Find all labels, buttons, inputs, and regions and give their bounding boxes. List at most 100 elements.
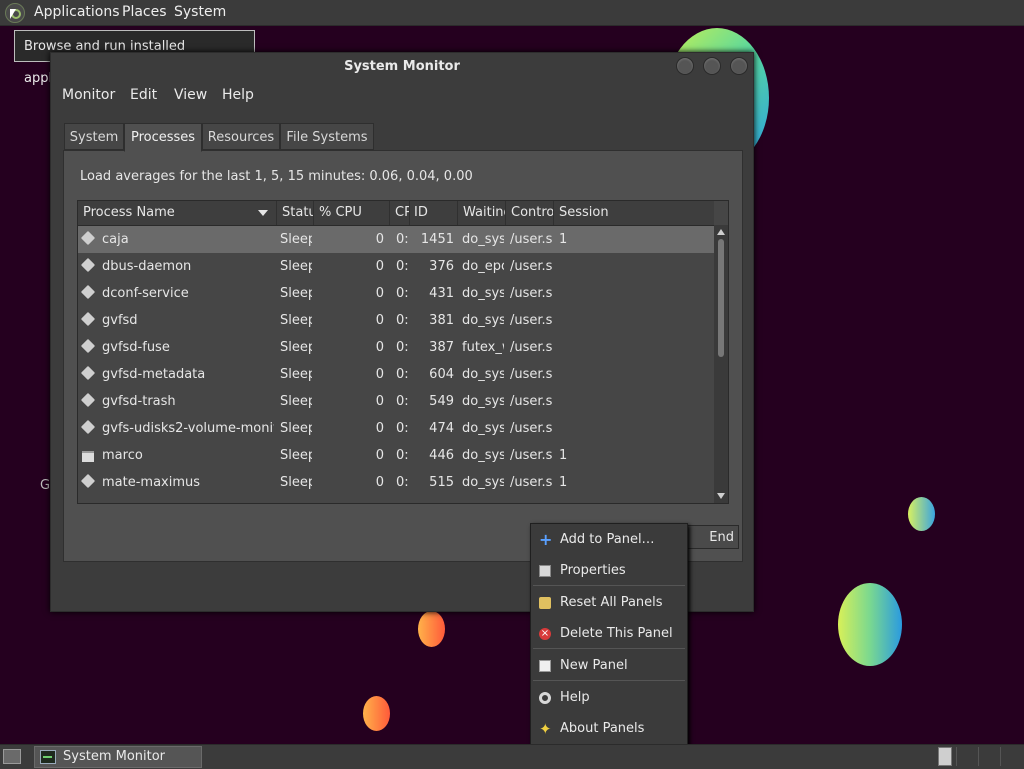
desktop-bubble [363,696,390,731]
cell-cpu: 0 [375,421,384,436]
column-header-cpu-time[interactable]: CPU Time [390,201,410,225]
workspace-2[interactable] [956,747,975,766]
cell-cpu-time: 0: [396,367,408,382]
table-row[interactable]: gvfsd-metadata Sleeping 0 0: 604 do_sys/user.… [78,361,714,388]
cell-waiting-channel: do_sys [462,421,504,436]
cell-control-group: /user.s [510,286,552,301]
desktop-icon-label[interactable]: G [40,478,50,493]
menu-separator [533,648,685,649]
maximize-button[interactable] [703,57,721,75]
cell-session: 1 [559,232,568,247]
cell-cpu: 0 [375,286,384,301]
cell-status: Sleeping [280,367,312,382]
menu-item-label: Delete This Panel [560,626,673,641]
table-body: caja Sleeping 0 0: 1451 do_sys/user.s 1 dbus-da… [78,226,714,496]
menu-edit[interactable]: Edit [130,87,157,103]
column-header-status[interactable]: Status [277,201,314,225]
tab-file-systems[interactable]: File Systems [280,123,374,150]
workspace-4[interactable] [1000,747,1019,766]
table-row[interactable]: dconf-service Sleeping 0 0: 431 do_sys/user.s [78,280,714,307]
column-header-cpu[interactable]: % CPU [314,201,390,225]
window-title: System Monitor [344,59,460,74]
cell-cpu: 0 [375,394,384,409]
workspace-1[interactable] [938,747,952,766]
menu-item-about-panels[interactable]: ✦ About Panels [531,715,687,743]
cell-session: 1 [559,475,568,490]
cell-process-name: gvfsd [102,313,138,328]
bottom-panel: System Monitor [0,744,1024,769]
menu-view[interactable]: View [174,87,207,103]
process-icon [80,365,96,381]
process-icon [80,311,96,327]
cell-session [559,307,599,334]
sort-descending-icon [258,210,268,216]
table-row[interactable]: marco Sleeping 0 0: 446 do_sys/user.s 1 [78,442,714,469]
menu-item-help[interactable]: Help [531,684,687,712]
taskbar-button-system-monitor[interactable]: System Monitor [34,746,202,768]
vertical-scrollbar[interactable] [714,225,728,503]
table-row[interactable]: gvfsd-fuse Sleeping 0 0: 387 futex_wait/user.… [78,334,714,361]
menu-item-add-to-panel[interactable]: + Add to Panel… [531,526,687,554]
column-header-waiting-channel[interactable]: Waiting Channel [458,201,506,225]
tab-resources[interactable]: Resources [202,123,280,150]
cell-cpu-time: 0: [396,313,408,328]
table-row[interactable]: gvfsd Sleeping 0 0: 381 do_sys/user.s [78,307,714,334]
tab-system[interactable]: System [64,123,124,150]
table-row[interactable]: mate-maximus Sleeping 0 0: 515 do_sys/user.s 1 [78,469,714,496]
cell-cpu-time: 0: [396,232,408,247]
cell-waiting-channel: do_sys [462,394,504,409]
desktop-bubble [908,497,935,531]
process-icon [80,338,96,354]
table-row[interactable]: dbus-daemon Sleeping 0 0: 376 do_epoll/user.s [78,253,714,280]
cell-session [559,388,599,415]
process-icon [80,230,96,246]
scroll-down-icon[interactable] [717,493,725,499]
menu-item-properties[interactable]: Properties [531,557,687,585]
cell-cpu: 0 [375,232,384,247]
cell-waiting-channel: do_sys [462,475,504,490]
cell-status: Sleeping [280,313,312,328]
cell-waiting-channel: futex_wait [462,340,504,355]
scroll-up-icon[interactable] [717,229,725,235]
applications-menu[interactable]: Applications [34,4,120,20]
menu-monitor[interactable]: Monitor [62,87,115,103]
delete-icon: × [539,628,551,640]
cell-cpu: 0 [375,313,384,328]
cell-id: 474 [429,421,454,436]
workspace-3[interactable] [978,747,997,766]
cell-id: 387 [429,340,454,355]
processes-tab-panel: Load averages for the last 1, 5, 15 minu… [63,150,743,562]
column-header-session[interactable]: Session [554,201,714,225]
cell-id: 549 [429,394,454,409]
cell-process-name: gvfs-udisks2-volume-monitor [102,421,274,436]
tab-processes[interactable]: Processes [124,123,202,152]
menu-item-new-panel[interactable]: New Panel [531,652,687,680]
mouse-cursor-icon [10,9,16,19]
table-row[interactable]: caja Sleeping 0 0: 1451 do_sys/user.s 1 [78,226,714,253]
process-icon [80,473,96,489]
menu-separator [533,585,685,586]
menu-item-delete-this-panel[interactable]: × Delete This Panel [531,620,687,648]
cell-session [559,415,599,442]
column-header-control-group[interactable]: Control Group [506,201,554,225]
menu-help[interactable]: Help [222,87,254,103]
cell-status: Sleeping [280,286,312,301]
process-icon [80,284,96,300]
menu-item-reset-all-panels[interactable]: Reset All Panels [531,589,687,617]
cell-control-group: /user.s [510,394,552,409]
table-row[interactable]: gvfs-udisks2-volume-monitor Sleeping 0 0: 47… [78,415,714,442]
column-header-process-name[interactable]: Process Name [78,201,277,225]
panel-context-menu: + Add to Panel… Properties Reset All Panels… [530,523,688,746]
system-menu[interactable]: System [174,4,226,20]
cell-session [559,280,599,307]
window-titlebar[interactable]: System Monitor [51,53,753,81]
column-header-id[interactable]: ID [410,201,458,225]
show-desktop-icon[interactable] [3,749,21,764]
cell-cpu: 0 [375,475,384,490]
scrollbar-thumb[interactable] [718,239,724,357]
close-button[interactable] [730,57,748,75]
cell-control-group: /user.s [510,259,552,274]
places-menu[interactable]: Places [122,4,167,20]
minimize-button[interactable] [676,57,694,75]
table-row[interactable]: gvfsd-trash Sleeping 0 0: 549 do_sys/user.s [78,388,714,415]
